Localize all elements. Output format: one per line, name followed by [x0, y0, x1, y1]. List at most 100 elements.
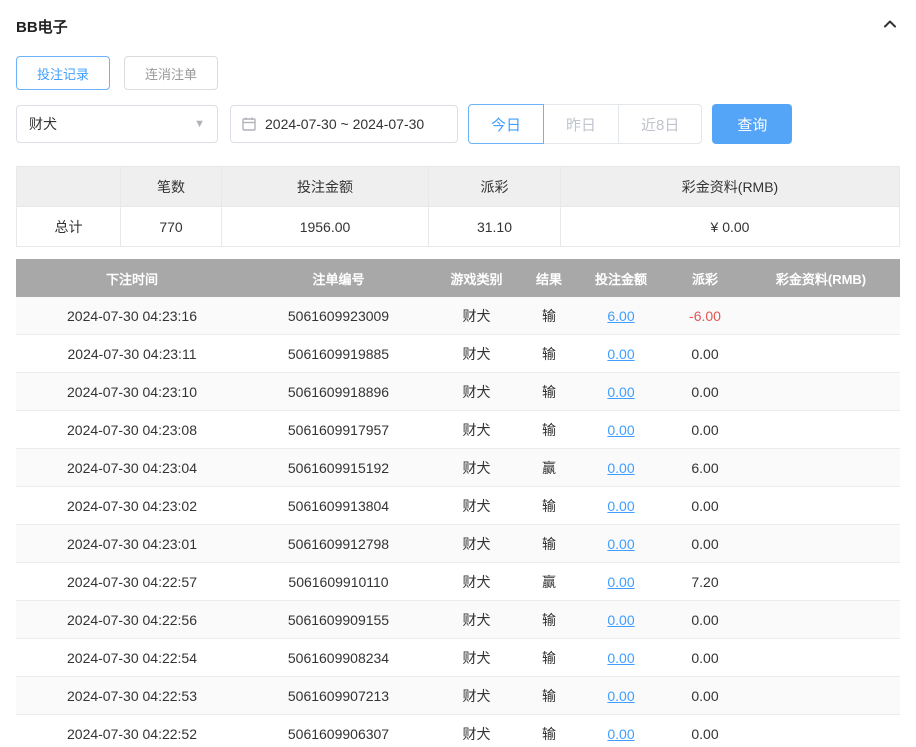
bonus-cell [742, 715, 900, 747]
col-header-bet-time: 下注时间 [16, 259, 248, 297]
order-id-cell: 5061609910110 [248, 563, 429, 600]
result-cell: 输 [524, 373, 574, 410]
summary-total-label: 总计 [17, 207, 121, 247]
table-row: 2024-07-30 04:22:54 5061609908234 财犬 输 0… [16, 639, 900, 677]
summary-total-bet-amount: 1956.00 [222, 207, 429, 247]
collapse-button[interactable] [880, 16, 900, 36]
summary-header-empty [17, 167, 121, 207]
bet-time-cell: 2024-07-30 04:23:04 [16, 449, 248, 486]
game-type-cell: 财犬 [429, 677, 524, 714]
date-range-value: 2024-07-30 ~ 2024-07-30 [265, 116, 424, 132]
summary-header-row: 笔数 投注金额 派彩 彩金资料(RMB) [17, 167, 900, 207]
bet-records-panel: BB电子 投注记录 连消注单 财犬 ▼ 2024-07-30 ~ 2024-07… [0, 0, 916, 747]
bonus-cell [742, 563, 900, 600]
order-id-cell: 5061609913804 [248, 487, 429, 524]
table-row: 2024-07-30 04:23:01 5061609912798 财犬 输 0… [16, 525, 900, 563]
summary-header-bet-amount: 投注金额 [222, 167, 429, 207]
result-cell: 输 [524, 639, 574, 676]
summary-header-count: 笔数 [121, 167, 222, 207]
yesterday-button[interactable]: 昨日 [543, 104, 619, 144]
tab-cancelled-orders[interactable]: 连消注单 [124, 56, 218, 90]
game-type-cell: 财犬 [429, 601, 524, 638]
bonus-cell [742, 297, 900, 334]
bet-amount-link[interactable]: 0.00 [607, 460, 634, 476]
table-body: 2024-07-30 04:23:16 5061609923009 财犬 输 6… [16, 297, 900, 747]
panel-header: BB电子 [16, 14, 900, 38]
table-row: 2024-07-30 04:23:02 5061609913804 财犬 输 0… [16, 487, 900, 525]
payout-cell: 0.00 [668, 373, 742, 410]
order-id-cell: 5061609912798 [248, 525, 429, 562]
col-header-bet-amount: 投注金额 [574, 259, 668, 297]
last-8-days-button[interactable]: 近8日 [618, 104, 702, 144]
table-row: 2024-07-30 04:23:08 5061609917957 财犬 输 0… [16, 411, 900, 449]
bet-time-cell: 2024-07-30 04:23:01 [16, 525, 248, 562]
game-select[interactable]: 财犬 ▼ [16, 105, 218, 143]
tab-bet-records[interactable]: 投注记录 [16, 56, 110, 90]
bet-amount-link[interactable]: 0.00 [607, 574, 634, 590]
table-row: 2024-07-30 04:22:52 5061609906307 财犬 输 0… [16, 715, 900, 747]
bet-amount-link[interactable]: 0.00 [607, 422, 634, 438]
filter-bar: 财犬 ▼ 2024-07-30 ~ 2024-07-30 今日 昨日 近8日 查… [16, 104, 900, 144]
bet-amount-link[interactable]: 0.00 [607, 612, 634, 628]
bonus-cell [742, 411, 900, 448]
bonus-cell [742, 639, 900, 676]
bet-amount-link[interactable]: 0.00 [607, 384, 634, 400]
game-type-cell: 财犬 [429, 449, 524, 486]
game-type-cell: 财犬 [429, 639, 524, 676]
table-row: 2024-07-30 04:23:16 5061609923009 财犬 输 6… [16, 297, 900, 335]
payout-cell: 0.00 [668, 335, 742, 372]
game-select-value: 财犬 [29, 114, 57, 134]
col-header-game-type: 游戏类别 [429, 259, 524, 297]
table-row: 2024-07-30 04:22:56 5061609909155 财犬 输 0… [16, 601, 900, 639]
bet-amount-link[interactable]: 6.00 [607, 308, 634, 324]
bonus-cell [742, 373, 900, 410]
date-range-input[interactable]: 2024-07-30 ~ 2024-07-30 [230, 105, 458, 143]
bet-amount-link[interactable]: 0.00 [607, 688, 634, 704]
game-type-cell: 财犬 [429, 487, 524, 524]
col-header-result: 结果 [524, 259, 574, 297]
panel-title: BB电子 [16, 16, 68, 37]
bonus-cell [742, 525, 900, 562]
game-type-cell: 财犬 [429, 297, 524, 334]
bet-time-cell: 2024-07-30 04:22:56 [16, 601, 248, 638]
table-row: 2024-07-30 04:23:04 5061609915192 财犬 赢 0… [16, 449, 900, 487]
summary-total-count: 770 [121, 207, 222, 247]
order-id-cell: 5061609923009 [248, 297, 429, 334]
result-cell: 输 [524, 715, 574, 747]
table-row: 2024-07-30 04:22:57 5061609910110 财犬 赢 0… [16, 563, 900, 601]
order-id-cell: 5061609915192 [248, 449, 429, 486]
summary-total-bonus: ¥ 0.00 [561, 207, 900, 247]
order-id-cell: 5061609909155 [248, 601, 429, 638]
bet-amount-link[interactable]: 0.00 [607, 726, 634, 742]
order-id-cell: 5061609906307 [248, 715, 429, 747]
bet-amount-link[interactable]: 0.00 [607, 536, 634, 552]
result-cell: 输 [524, 297, 574, 334]
table-header-row: 下注时间 注单编号 游戏类别 结果 投注金额 派彩 彩金资料(RMB) [16, 259, 900, 297]
table-row: 2024-07-30 04:22:53 5061609907213 财犬 输 0… [16, 677, 900, 715]
calendar-icon [241, 116, 257, 132]
result-cell: 输 [524, 487, 574, 524]
col-header-order-id: 注单编号 [248, 259, 429, 297]
payout-cell: 0.00 [668, 677, 742, 714]
result-cell: 输 [524, 601, 574, 638]
bet-amount-link[interactable]: 0.00 [607, 346, 634, 362]
bet-amount-link[interactable]: 0.00 [607, 498, 634, 514]
game-type-cell: 财犬 [429, 373, 524, 410]
result-cell: 输 [524, 525, 574, 562]
bet-amount-link[interactable]: 0.00 [607, 650, 634, 666]
search-button[interactable]: 查询 [712, 104, 792, 144]
summary-table: 笔数 投注金额 派彩 彩金资料(RMB) 总计 770 1956.00 31.1… [16, 166, 900, 247]
order-id-cell: 5061609919885 [248, 335, 429, 372]
col-header-bonus: 彩金资料(RMB) [742, 259, 900, 297]
bonus-cell [742, 449, 900, 486]
bonus-cell [742, 487, 900, 524]
bonus-cell [742, 601, 900, 638]
bonus-cell [742, 677, 900, 714]
payout-cell: 0.00 [668, 639, 742, 676]
chevron-down-icon: ▼ [194, 118, 205, 130]
today-button[interactable]: 今日 [468, 104, 544, 144]
quick-date-group: 今日 昨日 近8日 [468, 104, 702, 144]
game-type-cell: 财犬 [429, 335, 524, 372]
result-cell: 输 [524, 411, 574, 448]
payout-cell: 7.20 [668, 563, 742, 600]
